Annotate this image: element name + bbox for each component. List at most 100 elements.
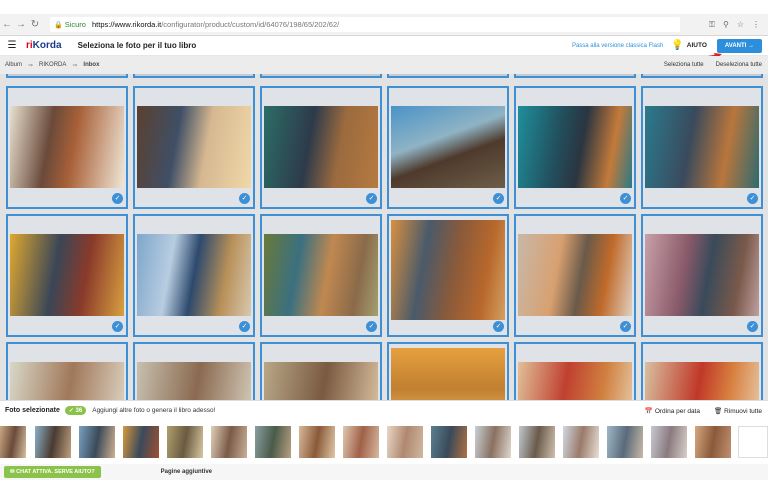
url-host: https://www.rikorda.it — [91, 20, 162, 29]
photo-tile[interactable] — [641, 342, 763, 400]
check-icon[interactable]: ✓ — [620, 193, 631, 204]
select-all-button[interactable]: Seleziona tutte — [664, 62, 704, 68]
menu-dots-icon[interactable]: ⋮ — [752, 20, 760, 30]
photo-tile[interactable]: ✓ — [260, 214, 382, 337]
photo-tile[interactable]: ✓ — [514, 214, 636, 337]
flash-version-link[interactable]: Passa alla versione classica Flash — [572, 43, 663, 49]
photo-tile[interactable]: ✓ — [387, 214, 509, 337]
photo-tile[interactable]: ✓ — [133, 214, 255, 337]
photo-image — [137, 106, 251, 188]
zoom-icon[interactable]: ⚲ — [723, 20, 729, 30]
photo-tile[interactable] — [133, 342, 255, 400]
photo-tile[interactable]: ✓ — [641, 214, 763, 337]
photo-image — [10, 234, 124, 316]
photo-tile[interactable] — [387, 342, 509, 400]
photo-tile[interactable] — [6, 74, 128, 78]
selected-thumbnail[interactable] — [519, 426, 555, 458]
selected-thumbnail[interactable] — [211, 426, 247, 458]
forward-arrow-icon[interactable]: → — [14, 19, 28, 30]
photo-image — [264, 234, 378, 316]
selected-thumbnail[interactable] — [123, 426, 159, 458]
photo-tile[interactable] — [387, 74, 509, 78]
photo-tile[interactable]: ✓ — [260, 86, 382, 209]
footer: ✉ CHAT ATTIVA. SERVE AIUTO? Pagine aggiu… — [0, 464, 768, 480]
check-icon[interactable]: ✓ — [747, 321, 758, 332]
selected-thumbnail[interactable] — [79, 426, 115, 458]
secure-label: Sicuro — [64, 20, 86, 29]
reload-icon[interactable]: ↻ — [28, 19, 42, 30]
photo-tile[interactable] — [641, 74, 763, 78]
selected-thumbnail[interactable] — [695, 426, 731, 458]
selected-thumbnail[interactable] — [0, 426, 26, 458]
address-bar[interactable]: 🔒 Sicuro https://www.rikorda.it/configur… — [50, 17, 680, 32]
browser-toolbar: ← → ↻ 🔒 Sicuro https://www.rikorda.it/co… — [0, 14, 768, 36]
check-icon[interactable]: ✓ — [239, 321, 250, 332]
next-button[interactable]: AVANTI → — [716, 38, 762, 53]
selected-thumbnail[interactable] — [563, 426, 599, 458]
photo-tile[interactable]: ✓ — [641, 86, 763, 209]
check-icon[interactable]: ✓ — [620, 321, 631, 332]
photo-tile[interactable]: ✓ — [6, 214, 128, 337]
photo-image — [391, 106, 505, 188]
check-icon[interactable]: ✓ — [112, 193, 123, 204]
lock-icon: 🔒 — [54, 21, 63, 29]
additional-pages-label: Pagine aggiuntive — [160, 469, 213, 475]
selected-thumbnail[interactable] — [651, 426, 687, 458]
photo-image — [137, 362, 251, 400]
selected-thumbnail[interactable] — [431, 426, 467, 458]
check-icon[interactable]: ✓ — [747, 193, 758, 204]
breadcrumb-album[interactable]: Album — [5, 62, 22, 68]
selected-count-badge: ✓ 36 — [64, 406, 87, 415]
photo-image — [264, 106, 378, 188]
back-arrow-icon[interactable]: ← — [0, 19, 14, 30]
photo-image — [518, 362, 632, 400]
arrow-right-icon: ⇒ — [28, 62, 34, 69]
photo-tile[interactable]: ✓ — [133, 86, 255, 209]
selected-thumbnail[interactable] — [167, 426, 203, 458]
check-icon[interactable]: ✓ — [366, 193, 377, 204]
selected-photos-bar: Foto selezionate ✓ 36 Aggiungi altre fot… — [0, 400, 768, 420]
selected-thumbnails-strip — [0, 420, 768, 464]
selected-thumbnail[interactable] — [343, 426, 379, 458]
url-path: /configurator/product/custom/id/64076/19… — [161, 20, 340, 29]
star-icon[interactable]: ☆ — [737, 20, 744, 30]
deselect-all-button[interactable]: Deseleziona tutte — [716, 62, 762, 68]
sort-by-date-button[interactable]: 📅 Ordina per data — [645, 407, 700, 415]
photo-tile[interactable]: ✓ — [514, 86, 636, 209]
photo-tile[interactable] — [260, 74, 382, 78]
photo-tile[interactable] — [514, 74, 636, 78]
photo-tile[interactable]: ✓ — [6, 86, 128, 209]
photo-tile[interactable] — [514, 342, 636, 400]
selected-thumbnail[interactable] — [607, 426, 643, 458]
photo-tile[interactable]: ✓ — [387, 86, 509, 209]
hamburger-menu-icon[interactable]: ☰ — [2, 40, 22, 51]
remove-all-button[interactable]: 🗑 Rimuovi tutte — [714, 407, 762, 415]
photo-image — [391, 220, 505, 320]
check-icon[interactable]: ✓ — [239, 193, 250, 204]
photo-image — [645, 106, 759, 188]
chat-button[interactable]: ✉ CHAT ATTIVA. SERVE AIUTO? — [4, 466, 101, 478]
calendar-icon: 📅 — [644, 407, 653, 415]
selected-thumbnail[interactable] — [387, 426, 423, 458]
check-icon[interactable]: ✓ — [493, 193, 504, 204]
check-icon[interactable]: ✓ — [366, 321, 377, 332]
breadcrumb-rikorda[interactable]: RIKORDA — [39, 62, 66, 68]
photo-image — [391, 348, 505, 400]
selected-thumbnail[interactable] — [35, 426, 71, 458]
rikorda-logo[interactable]: riKorda — [26, 40, 62, 51]
photo-image — [518, 106, 632, 188]
key-icon[interactable]: ⚿ — [709, 20, 715, 30]
photo-tile[interactable] — [133, 74, 255, 78]
app-header: ☰ riKorda Seleziona le foto per il tuo l… — [0, 36, 768, 56]
breadcrumb: Album ⇒ RIKORDA ⇒ Inbox Seleziona tutte … — [0, 56, 768, 74]
check-icon[interactable]: ✓ — [493, 321, 504, 332]
selected-thumbnail[interactable] — [299, 426, 335, 458]
photo-tile[interactable] — [6, 342, 128, 400]
help-button[interactable]: 💡 AIUTO — [671, 40, 707, 51]
check-icon[interactable]: ✓ — [112, 321, 123, 332]
photo-image — [645, 362, 759, 400]
selected-thumbnail[interactable] — [475, 426, 511, 458]
photo-tile[interactable] — [260, 342, 382, 400]
empty-thumbnail-slot — [738, 426, 768, 458]
selected-thumbnail[interactable] — [255, 426, 291, 458]
